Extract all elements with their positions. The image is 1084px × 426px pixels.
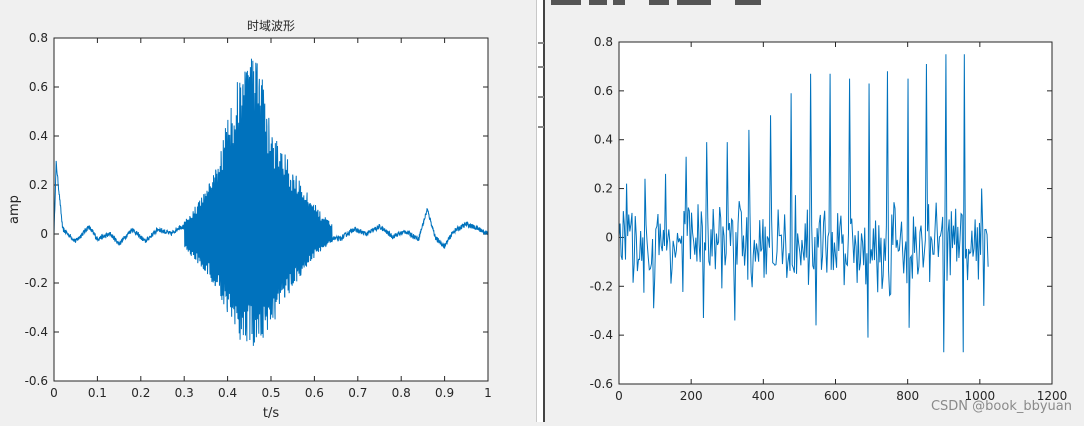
right-ytick-label: -0.2 <box>590 279 613 293</box>
left-ytick-label: -0.6 <box>25 374 48 388</box>
left-xtick-label: 0.1 <box>88 386 107 400</box>
figure-1-panel: 0 0.1 0.2 0.3 0.4 0.5 0.6 0.7 0.8 0.9 1 -0.6 -0.4 -0.… <box>0 0 536 422</box>
right-xtick-label: 400 <box>752 389 775 403</box>
watermark: CSDN @book_bbyuan <box>930 399 1072 414</box>
right-ytick-label: 0.8 <box>594 35 613 49</box>
right-ytick-label: 0.2 <box>594 182 613 196</box>
left-xtick-label: 0.6 <box>305 386 324 400</box>
left-ytick-label: 0.8 <box>29 31 48 45</box>
left-y-axis-label: amp <box>7 195 22 224</box>
divider-tick <box>538 66 544 68</box>
right-ytick-label: 0.4 <box>594 133 613 147</box>
left-xtick-label: 0.4 <box>218 386 237 400</box>
right-ytick-label: 0 <box>605 230 613 244</box>
left-chart-title: 时域波形 <box>247 19 295 33</box>
left-xtick-label: 0.7 <box>348 386 367 400</box>
divider-tick <box>538 42 544 44</box>
right-xtick-label: 200 <box>680 389 703 403</box>
left-xtick-label: 0 <box>50 386 58 400</box>
left-ytick-label: 0 <box>40 227 48 241</box>
left-ytick-label: -0.4 <box>25 325 48 339</box>
left-ytick-label: 0.4 <box>29 129 48 143</box>
figure-2-panel: 0 200 400 600 800 1000 1200 -0.6 -0.4 -0.2 0 0.2 0.4… <box>545 0 1084 422</box>
time-waveform-chart: 0 0.1 0.2 0.3 0.4 0.5 0.6 0.7 0.8 0.9 1 -0.6 -0.4 -0.… <box>7 19 492 421</box>
left-xtick-label: 0.9 <box>435 386 454 400</box>
left-xtick-label: 1 <box>484 386 492 400</box>
left-ytick-label: 0.2 <box>29 178 48 192</box>
left-xtick-label: 0.2 <box>131 386 150 400</box>
divider-tick <box>538 126 544 128</box>
left-ytick-label: 0.6 <box>29 80 48 94</box>
right-xtick-label: 800 <box>896 389 919 403</box>
toolbar-fragment <box>545 0 805 6</box>
left-xtick-label: 0.3 <box>175 386 194 400</box>
right-xtick-label: 600 <box>824 389 847 403</box>
right-ytick-label: 0.6 <box>594 84 613 98</box>
left-xtick-label: 0.5 <box>261 386 280 400</box>
right-ytick-label: -0.6 <box>590 377 613 391</box>
divider-tick <box>538 96 544 98</box>
right-xtick-label: 0 <box>615 389 623 403</box>
left-x-axis-label: t/s <box>263 406 279 421</box>
window-divider[interactable] <box>536 0 545 422</box>
right-ytick-label: -0.4 <box>590 328 613 342</box>
left-xtick-label: 0.8 <box>392 386 411 400</box>
left-ytick-label: -0.2 <box>25 276 48 290</box>
sample-waveform-chart: 0 200 400 600 800 1000 1200-0.6-0.4-0.200.20.4… <box>590 35 1068 403</box>
